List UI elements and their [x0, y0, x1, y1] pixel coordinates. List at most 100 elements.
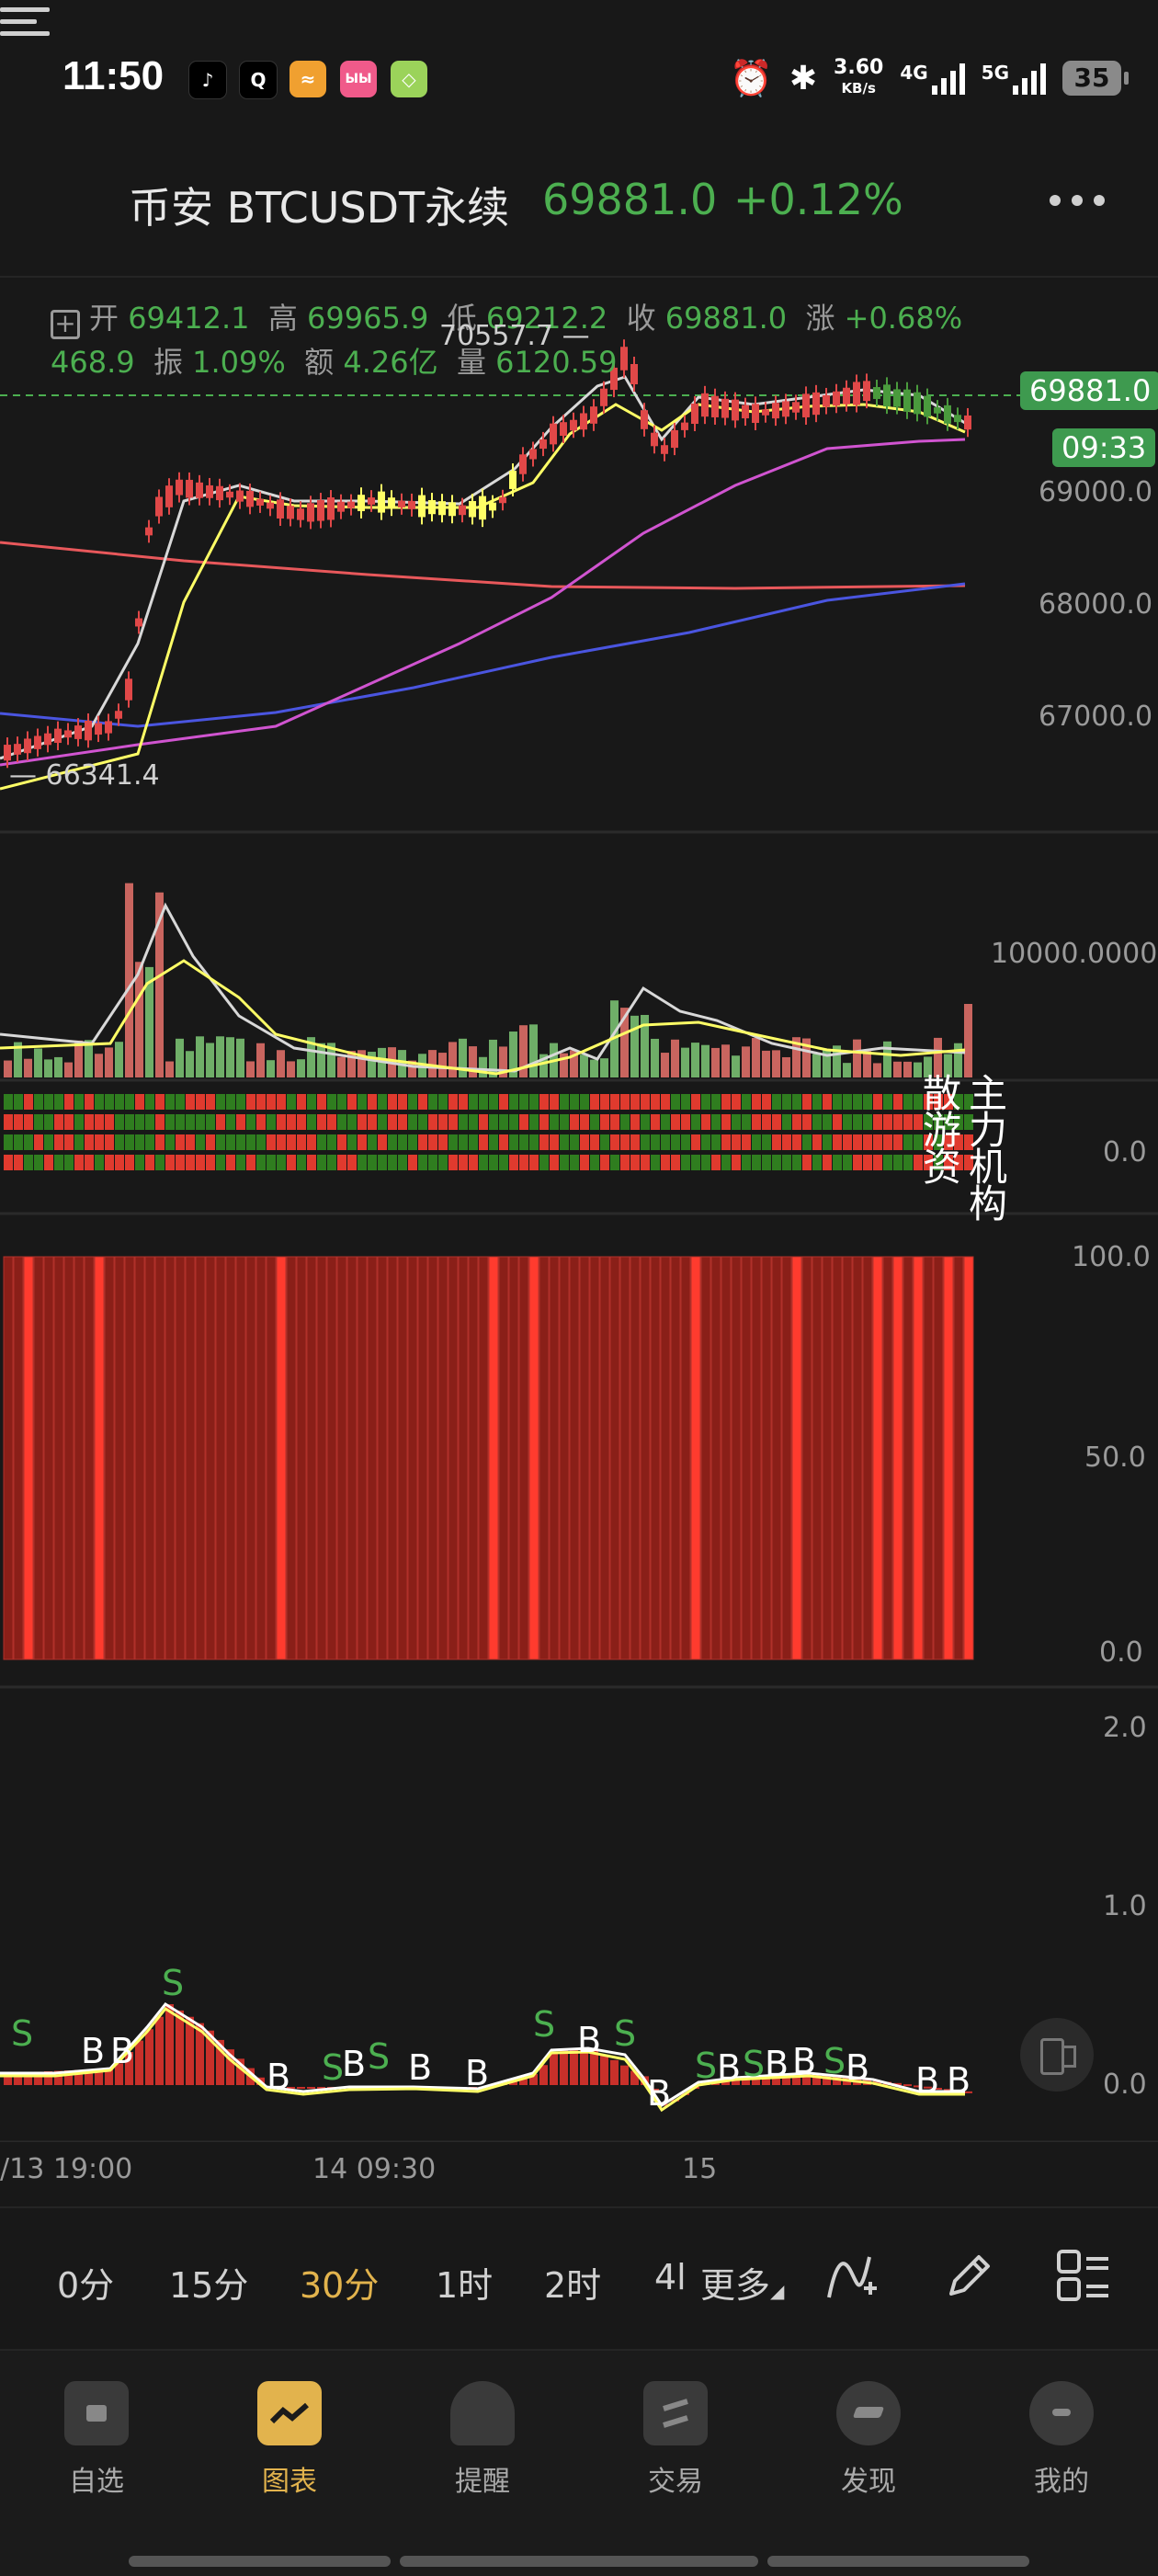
- candle-body: [671, 429, 678, 449]
- flow-cell: [671, 1094, 680, 1110]
- volume-bar: [438, 1053, 447, 1077]
- expand-plus-icon[interactable]: +: [51, 310, 80, 339]
- flow-cell: [863, 1155, 872, 1170]
- flow-cell: [44, 1134, 53, 1150]
- flow-cell: [115, 1094, 124, 1110]
- bs-bar: [165, 2004, 174, 2085]
- volume-bar: [448, 1042, 457, 1077]
- sell-marker: S: [162, 1963, 184, 2003]
- volume-bar: [479, 1056, 487, 1077]
- flow-cell: [246, 1114, 255, 1130]
- more-timeframes-button[interactable]: 更多◢: [700, 2257, 784, 2308]
- fullscreen-toggle-icon[interactable]: [1020, 2018, 1094, 2092]
- osc-bar: [154, 1256, 165, 1660]
- flow-cell: [105, 1134, 114, 1150]
- ma-red: [0, 541, 966, 590]
- flow-cell: [186, 1114, 195, 1130]
- flow-cell: [165, 1155, 175, 1170]
- flow-cell: [135, 1155, 144, 1170]
- flow-label-char: 构: [969, 1181, 1008, 1226]
- flow-cell: [560, 1155, 569, 1170]
- osc-bar: [741, 1256, 752, 1660]
- ma-yellow: [0, 403, 966, 791]
- flow-cell: [600, 1114, 609, 1130]
- flow-cell: [833, 1155, 842, 1170]
- nav-discover[interactable]: 发现: [804, 2381, 933, 2499]
- volume-bar: [428, 1050, 437, 1077]
- flow-cell: [378, 1114, 387, 1130]
- flow-cell: [671, 1155, 680, 1170]
- symbol-title[interactable]: 币安 BTCUSDT永续: [129, 175, 509, 235]
- flow-cell: [115, 1155, 124, 1170]
- flow-cell: [256, 1134, 266, 1150]
- timeframe-1h[interactable]: 1时: [436, 2257, 493, 2308]
- last-price-tag: 69881.0: [1020, 371, 1158, 410]
- flow-cell: [226, 1155, 235, 1170]
- flow-cell: [721, 1114, 731, 1130]
- flow-cell: [347, 1114, 357, 1130]
- osc-bar: [225, 1256, 236, 1660]
- candle-body: [165, 485, 173, 507]
- timeframe-15m[interactable]: 15分: [169, 2257, 248, 2308]
- nav-chart[interactable]: 图表: [225, 2381, 354, 2499]
- timeframe-2h[interactable]: 2时: [544, 2257, 601, 2308]
- flow-cell: [529, 1114, 539, 1130]
- flow-cell: [317, 1134, 326, 1150]
- discover-icon: [836, 2381, 901, 2445]
- osc-bar: [943, 1256, 954, 1660]
- flow-cell: [792, 1094, 801, 1110]
- grid-layout-icon[interactable]: [1055, 2248, 1112, 2308]
- flow-cell: [226, 1114, 235, 1130]
- flow-cell: [216, 1155, 225, 1170]
- flow-cell: [388, 1155, 397, 1170]
- flow-cell: [105, 1155, 114, 1170]
- flow-cell: [398, 1094, 407, 1110]
- turnover-value: 4.26亿: [343, 345, 438, 380]
- flow-cell: [721, 1155, 731, 1170]
- header-price: 69881.0: [542, 175, 718, 224]
- menu-icon[interactable]: [0, 0, 50, 43]
- flow-cell: [893, 1114, 903, 1130]
- flow-cell: [267, 1114, 276, 1130]
- net-type-1: 4G: [900, 62, 928, 84]
- timeframe-0m[interactable]: 0分: [57, 2257, 114, 2308]
- nav-trade[interactable]: 交易: [611, 2381, 740, 2499]
- flow-cell: [54, 1155, 63, 1170]
- osc-bar: [518, 1256, 529, 1660]
- indicator-add-icon[interactable]: [823, 2248, 879, 2307]
- flow-cell: [14, 1155, 23, 1170]
- flow-cell: [843, 1094, 852, 1110]
- candle-body: [34, 735, 41, 749]
- bs-bar: [307, 2087, 315, 2089]
- rise-label: 涨: [805, 301, 835, 336]
- flow-cell: [661, 1114, 670, 1130]
- flow-cell: [145, 1094, 154, 1110]
- osc-bar: [710, 1256, 721, 1660]
- flow-cell: [782, 1114, 791, 1130]
- flow-cell: [378, 1155, 387, 1170]
- bottom-nav: [0, 2349, 1158, 2576]
- flow-cell: [792, 1134, 801, 1150]
- volume-bar: [630, 1015, 639, 1077]
- flow-cell: [74, 1155, 84, 1170]
- osc-bar: [306, 1256, 317, 1660]
- nav-watchlist[interactable]: 自选: [32, 2381, 161, 2499]
- nav-profile[interactable]: 我的: [997, 2381, 1126, 2499]
- flow-cell: [782, 1094, 791, 1110]
- flow-cell: [186, 1134, 195, 1150]
- osc-bar: [528, 1256, 539, 1660]
- timeframe-4h[interactable]: 4l: [654, 2257, 687, 2297]
- signal-bars-icon: [1013, 62, 1046, 95]
- timeframe-30m[interactable]: 30分: [300, 2257, 379, 2308]
- nav-label: 交易: [648, 2466, 703, 2498]
- flow-cell: [479, 1155, 488, 1170]
- draw-pencil-icon[interactable]: [942, 2248, 997, 2307]
- osc-bar: [569, 1256, 580, 1660]
- more-options-icon[interactable]: [1050, 195, 1105, 206]
- flow-cell: [307, 1114, 316, 1130]
- candle-body: [792, 402, 800, 413]
- flow-cell: [600, 1155, 609, 1170]
- flow-cell: [873, 1155, 882, 1170]
- nav-alerts[interactable]: 提醒: [418, 2381, 547, 2499]
- flow-cell: [176, 1155, 185, 1170]
